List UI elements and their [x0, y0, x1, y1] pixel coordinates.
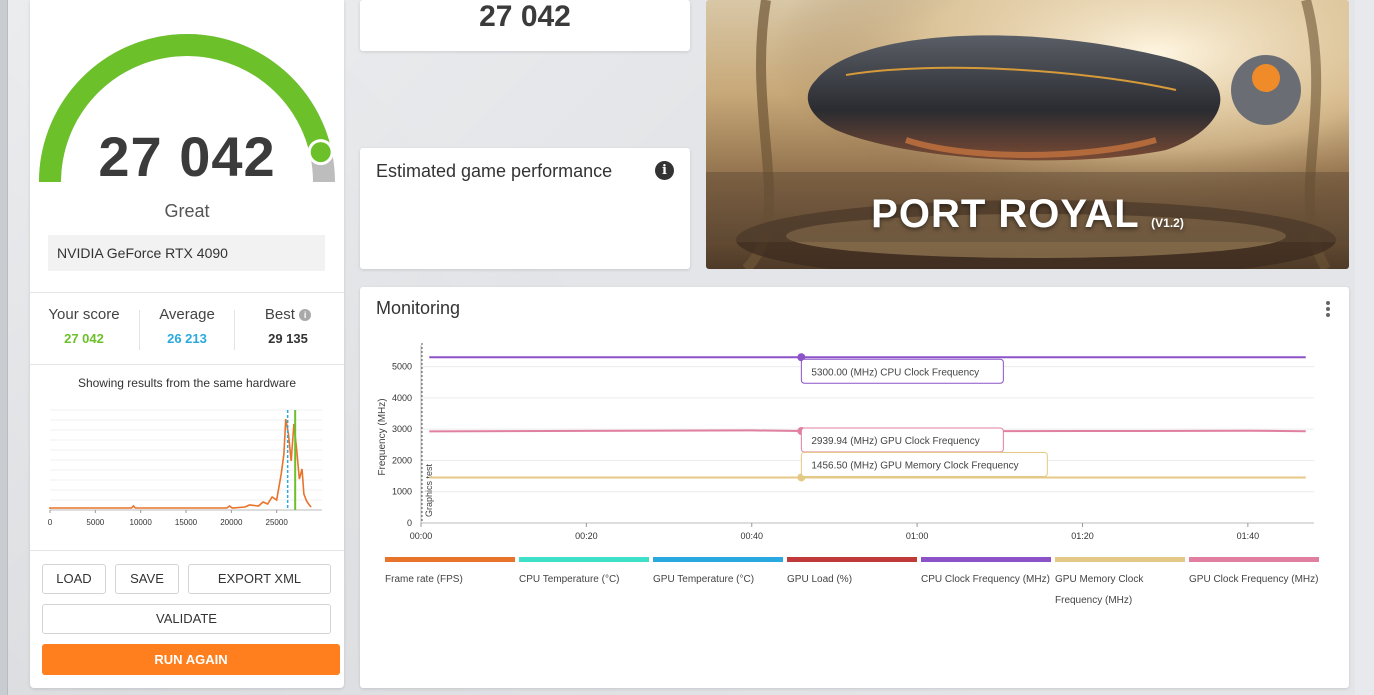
- tooltip-text: 5300.00 (MHz) CPU Clock Frequency: [811, 367, 979, 378]
- legend-swatch: [921, 557, 1051, 562]
- y-tick-label: 0: [407, 518, 412, 528]
- legend-label: CPU Temperature (°C): [519, 574, 620, 585]
- divider: [139, 310, 140, 350]
- benchmark-hero-image: PORT ROYAL (V1.2): [706, 0, 1349, 269]
- divider: [30, 364, 344, 365]
- card-title: Estimated game performance: [376, 161, 613, 181]
- legend-swatch: [1189, 557, 1319, 562]
- best-label: Best i: [242, 306, 334, 323]
- benchmark-name: PORT ROYAL: [871, 192, 1140, 236]
- score-card: 27 042: [360, 0, 690, 51]
- divider: [30, 292, 344, 293]
- legend-swatch: [1055, 557, 1185, 562]
- legend-swatch: [385, 557, 515, 562]
- score-rating: Great: [164, 201, 210, 221]
- benchmark-title: PORT ROYAL (V1.2): [706, 192, 1349, 237]
- x-tick-label: 00:00: [410, 531, 433, 541]
- your-score: Your score 27 042: [40, 306, 128, 346]
- best-label-text: Best: [264, 306, 295, 323]
- your-score-value: 27 042: [64, 331, 104, 346]
- monitoring-title: Monitoring: [376, 298, 461, 318]
- tooltip-text: 2939.94 (MHz) GPU Clock Frequency: [811, 436, 979, 447]
- score-panel: 27 042 Great NVIDIA GeForce RTX 4090 You…: [30, 0, 344, 688]
- average-score: Average 26 213: [146, 306, 228, 346]
- divider: [30, 550, 344, 551]
- your-score-label: Your score: [48, 306, 120, 323]
- load-button[interactable]: LOAD: [42, 564, 106, 594]
- legend-item[interactable]: GPU Load (%): [787, 557, 917, 590]
- best-value: 29 135: [268, 331, 308, 346]
- y-tick-label: 5000: [392, 362, 412, 372]
- x-tick-label: 10000: [130, 518, 153, 527]
- test-marker-label: Graphics test: [424, 463, 434, 517]
- x-tick-label: 00:40: [740, 531, 763, 541]
- x-tick-label: 5000: [86, 518, 104, 527]
- scroll-gutter: [1355, 0, 1374, 695]
- more-options-icon[interactable]: [1326, 301, 1332, 319]
- benchmark-version: (V1.2): [1151, 216, 1184, 230]
- save-button[interactable]: SAVE: [115, 564, 179, 594]
- histogram-caption: Showing results from the same hardware: [77, 376, 297, 390]
- x-tick-label: 20000: [220, 518, 243, 527]
- info-icon[interactable]: i: [299, 309, 312, 321]
- score-histogram: 0 5000 10000 15000 20000 25000: [48, 409, 322, 527]
- monitoring-card: Monitoring Frequency (MHz) 0 1000 2000 3000 4…: [360, 287, 1349, 688]
- y-tick-label: 2000: [392, 455, 412, 465]
- x-tick-label: 0: [48, 518, 53, 527]
- legend-item[interactable]: CPU Temperature (°C): [519, 557, 649, 590]
- legend-label: GPU Clock Frequency (MHz): [1189, 574, 1319, 585]
- legend-item[interactable]: CPU Clock Frequency (MHz): [921, 557, 1051, 590]
- window-edge: [0, 0, 8, 695]
- legend-label: CPU Clock Frequency (MHz): [921, 574, 1050, 585]
- legend-label: GPU Memory Clock Frequency (MHz): [1055, 574, 1144, 606]
- best-score: Best i 29 135: [242, 306, 334, 346]
- x-tick-label: 01:00: [906, 531, 929, 541]
- x-tick-label: 01:40: [1237, 531, 1260, 541]
- x-tick-label: 25000: [266, 518, 289, 527]
- y-tick-label: 3000: [392, 424, 412, 434]
- x-tick-label: 01:20: [1071, 531, 1094, 541]
- gpu-name: NVIDIA GeForce RTX 4090: [48, 235, 325, 271]
- export-xml-button[interactable]: EXPORT XML: [188, 564, 331, 594]
- estimated-game-performance-card: Estimated game performance i: [360, 148, 690, 269]
- histogram-line: [49, 418, 312, 509]
- info-icon[interactable]: i: [655, 161, 674, 180]
- tooltip-text: 1456.50 (MHz) GPU Memory Clock Frequency: [811, 460, 1018, 471]
- average-value: 26 213: [167, 331, 207, 346]
- x-tick-label: 00:20: [575, 531, 598, 541]
- y-axis-label: Frequency (MHz): [377, 398, 388, 475]
- legend-label: Frame rate (FPS): [385, 574, 463, 585]
- average-label: Average: [159, 306, 215, 323]
- legend-label: GPU Load (%): [787, 574, 853, 585]
- validate-button[interactable]: VALIDATE: [42, 604, 331, 634]
- score-comparison: Your score 27 042 Average 26 213 Best i …: [30, 306, 344, 356]
- score-card-value: 27 042: [479, 0, 571, 33]
- y-tick-label: 4000: [392, 393, 412, 403]
- legend-item[interactable]: GPU Temperature (°C): [653, 557, 783, 590]
- legend-swatch: [787, 557, 917, 562]
- legend-swatch: [653, 557, 783, 562]
- legend-item[interactable]: GPU Clock Frequency (MHz): [1189, 557, 1319, 590]
- legend-label: GPU Temperature (°C): [653, 574, 755, 585]
- run-again-button[interactable]: RUN AGAIN: [42, 644, 340, 675]
- legend-item[interactable]: Frame rate (FPS): [385, 557, 515, 590]
- overall-score: 27 042: [98, 125, 276, 188]
- legend-swatch: [519, 557, 649, 562]
- legend-item[interactable]: GPU Memory Clock Frequency (MHz): [1055, 557, 1185, 611]
- divider: [234, 310, 235, 350]
- monitoring-chart: Frequency (MHz) 0 1000 2000 3000 4000 5000 00:0…: [377, 343, 1314, 541]
- x-tick-label: 15000: [175, 518, 198, 527]
- y-tick-label: 1000: [392, 487, 412, 497]
